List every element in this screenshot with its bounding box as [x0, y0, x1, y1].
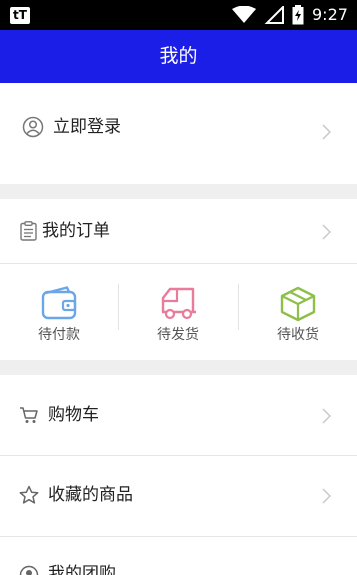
signal-icon — [264, 6, 284, 24]
menu-item-favorites[interactable]: 收藏的商品 — [0, 456, 357, 536]
battery-icon — [292, 5, 304, 25]
login-label: 立即登录 — [53, 117, 121, 137]
page-title: 我的 — [159, 45, 198, 67]
chevron-right-icon — [322, 408, 331, 424]
menu-section: 购物车 收藏的商品 我的团购 — [0, 375, 357, 575]
menu-item-cart[interactable]: 购物车 — [0, 375, 357, 455]
orders-section: 我的订单 待付款 待发货 待收货 — [0, 199, 357, 360]
menu-item-label: 收藏的商品 — [48, 485, 133, 505]
order-status-label: 待发货 — [157, 327, 199, 343]
app-notification-icon: tT — [10, 7, 30, 24]
menu-item-group-buy[interactable]: 我的团购 — [0, 537, 357, 575]
my-orders-row[interactable]: 我的订单 — [0, 199, 357, 263]
my-orders-label: 我的订单 — [42, 221, 110, 241]
menu-item-label: 我的团购 — [48, 564, 116, 575]
star-icon — [19, 485, 39, 504]
clipboard-icon — [20, 221, 37, 241]
wallet-icon — [41, 286, 77, 320]
truck-icon — [161, 287, 196, 320]
app-bar: 我的 — [0, 30, 357, 83]
menu-item-label: 购物车 — [48, 405, 99, 425]
chevron-right-icon — [322, 124, 331, 140]
user-icon — [22, 116, 44, 138]
chevron-right-icon — [322, 488, 331, 504]
order-status-pending-receipt[interactable]: 待收货 — [239, 264, 357, 359]
chevron-right-icon — [322, 224, 331, 240]
group-buy-icon — [19, 565, 39, 575]
clock: 9:27 — [312, 5, 348, 24]
wifi-icon — [232, 6, 256, 23]
order-status-bar: 待付款 待发货 待收货 — [0, 264, 357, 360]
order-status-pending-shipment[interactable]: 待发货 — [119, 264, 237, 359]
login-section: 立即登录 — [0, 83, 357, 184]
cart-icon — [20, 407, 38, 423]
login-row[interactable]: 立即登录 — [0, 83, 357, 184]
package-icon — [280, 286, 316, 322]
order-status-pending-payment[interactable]: 待付款 — [0, 264, 118, 359]
status-bar: tT 9:27 — [0, 0, 357, 30]
order-status-label: 待付款 — [38, 327, 80, 343]
order-status-label: 待收货 — [277, 327, 319, 343]
